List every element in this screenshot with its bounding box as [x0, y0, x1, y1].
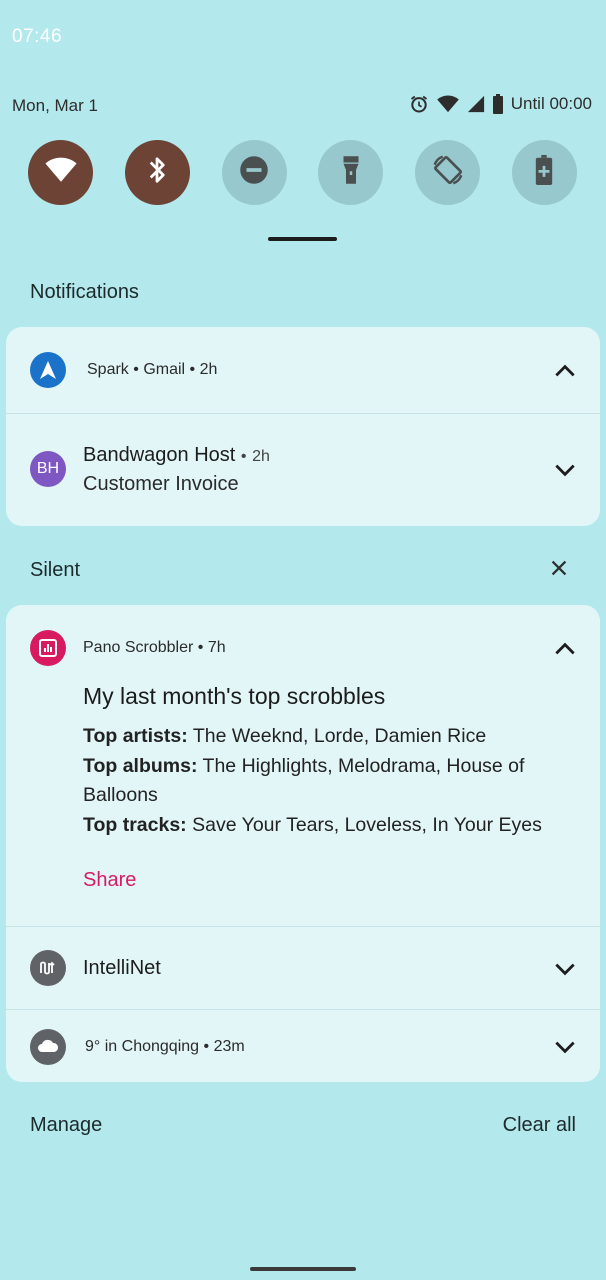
alarm-icon	[409, 94, 429, 114]
separator: •	[197, 639, 204, 656]
manage-button[interactable]: Manage	[30, 1114, 102, 1137]
spark-time: 2h	[199, 361, 218, 378]
avatar-initials: BH	[36, 460, 60, 477]
weather-app-icon	[30, 1029, 66, 1065]
bandwagon-time: 2h	[252, 448, 270, 465]
spark-app-name: Spark	[87, 361, 129, 378]
cloud-icon	[37, 1037, 59, 1058]
notification-weather[interactable]: 9° in Chongqing • 23m	[6, 1010, 600, 1082]
separator: •	[240, 448, 247, 465]
cell-signal-icon	[467, 95, 485, 113]
wifi-signal-icon	[436, 95, 459, 113]
silent-heading: Silent	[30, 559, 81, 581]
intellinet-app-name: IntelliNet	[83, 957, 161, 979]
tile-auto-rotate[interactable]	[415, 140, 481, 205]
avatar: BH	[30, 451, 66, 487]
notification-pano-scrobbler[interactable]: Pano Scrobbler • 7h My last month's top …	[6, 605, 600, 926]
wifi-icon	[44, 157, 77, 188]
quick-settings-tiles	[28, 140, 577, 205]
bluetooth-icon	[146, 155, 168, 190]
shade-drag-handle[interactable]	[268, 237, 337, 241]
spark-app-icon	[30, 352, 66, 388]
bandwagon-subject: Customer Invoice	[83, 473, 239, 495]
weather-text: 9° in Chongqing	[85, 1038, 200, 1055]
spark-account: Gmail	[143, 361, 186, 378]
top-tracks-line: Top tracks: Save Your Tears, Loveless, I…	[83, 811, 583, 841]
top-tracks-value: Save Your Tears, Loveless, In Your Eyes	[192, 813, 542, 836]
status-date: Mon, Mar 1	[12, 96, 98, 115]
weather-header: 9° in Chongqing • 23m	[85, 1038, 245, 1056]
pano-header: Pano Scrobbler • 7h	[83, 639, 226, 657]
chevron-up-icon[interactable]	[552, 358, 578, 384]
notification-bandwagon-host[interactable]: BH Bandwagon Host • 2h Customer Invoice	[6, 414, 600, 526]
weather-time: 23m	[213, 1038, 245, 1055]
alarm-until-text: Until 00:00	[510, 94, 592, 113]
notification-spark[interactable]: Spark • Gmail • 2h	[6, 327, 600, 413]
gesture-nav-bar[interactable]	[250, 1267, 356, 1271]
do-not-disturb-icon	[239, 155, 269, 190]
top-artists-line: Top artists: The Weeknd, Lorde, Damien R…	[83, 722, 583, 752]
tile-do-not-disturb[interactable]	[221, 140, 287, 205]
top-albums-label: Top albums:	[83, 754, 198, 777]
pano-body: Top artists: The Weeknd, Lorde, Damien R…	[83, 722, 583, 840]
battery-saver-icon	[535, 155, 553, 190]
notification-group-conversations: Spark • Gmail • 2h BH Bandwagon Host • 2…	[6, 327, 600, 526]
pano-time: 7h	[207, 639, 226, 656]
pano-title: My last month's top scrobbles	[83, 683, 386, 709]
top-albums-line: Top albums: The Highlights, Melodrama, H…	[83, 752, 583, 811]
flashlight-icon	[341, 155, 361, 190]
battery-icon	[492, 94, 503, 114]
intellinet-app-icon	[30, 950, 66, 986]
separator: •	[133, 361, 139, 378]
chevron-down-icon[interactable]	[552, 956, 578, 982]
status-time: 07:46	[12, 26, 63, 47]
auto-rotate-icon	[432, 154, 464, 191]
bandwagon-title-line: Bandwagon Host • 2h	[83, 444, 270, 467]
notifications-heading: Notifications	[30, 281, 139, 303]
top-artists-value: The Weeknd, Lorde, Damien Rice	[192, 725, 487, 747]
close-icon[interactable]	[548, 557, 570, 579]
spark-header: Spark • Gmail • 2h	[87, 361, 217, 379]
pano-scrobbler-app-icon	[30, 630, 66, 666]
tile-flashlight[interactable]	[318, 140, 384, 205]
tile-wifi[interactable]	[28, 140, 93, 205]
chevron-down-icon[interactable]	[552, 1034, 578, 1060]
status-icons: Until 00:00	[409, 94, 592, 114]
clear-all-button[interactable]: Clear all	[503, 1114, 576, 1137]
top-artists-label: Top artists:	[83, 725, 188, 747]
notification-intellinet[interactable]: IntelliNet	[6, 927, 600, 1009]
tile-battery-saver[interactable]	[511, 140, 577, 205]
chevron-up-icon[interactable]	[552, 636, 578, 662]
top-tracks-label: Top tracks:	[83, 813, 187, 836]
separator: •	[203, 1038, 210, 1055]
share-button[interactable]: Share	[83, 869, 136, 892]
bandwagon-sender: Bandwagon Host	[83, 444, 236, 466]
chevron-down-icon[interactable]	[552, 457, 578, 483]
tile-bluetooth[interactable]	[124, 140, 190, 205]
pano-app-name: Pano Scrobbler	[83, 639, 194, 656]
separator: •	[189, 361, 196, 378]
notification-group-silent: Pano Scrobbler • 7h My last month's top …	[6, 605, 600, 1082]
